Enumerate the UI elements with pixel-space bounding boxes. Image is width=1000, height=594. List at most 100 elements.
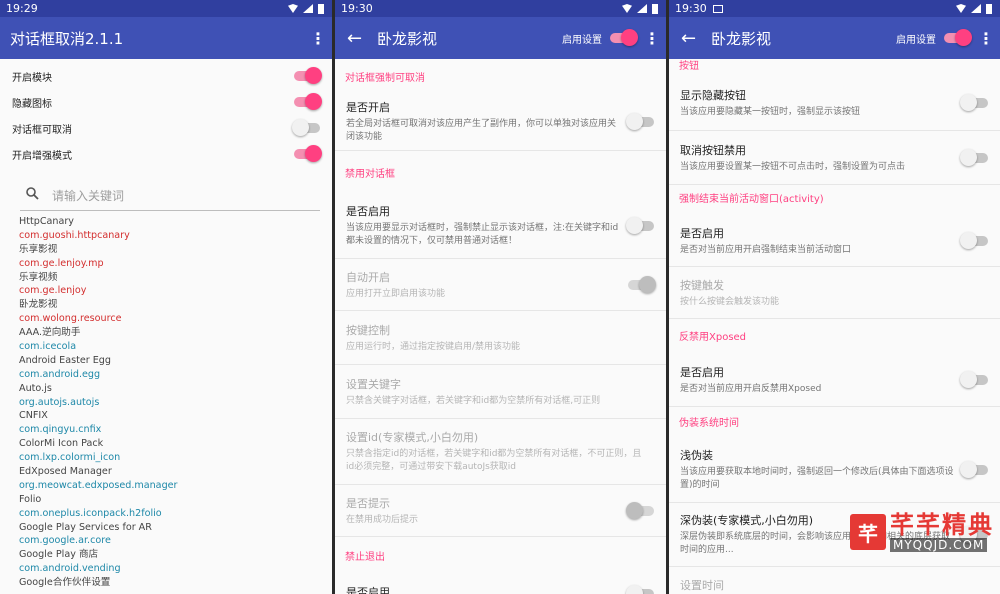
watermark: 芊 芊芊精典 MYQQJD.COM	[850, 512, 994, 552]
status-bar: 19:29	[0, 0, 332, 17]
preference-summary: 应用运行时，通过指定按键启用/禁用该功能	[346, 341, 521, 352]
preference-title: 按键触发	[680, 278, 724, 292]
package-name[interactable]: com.wolong.resource	[0, 312, 332, 326]
app-name[interactable]: Android Easter Egg	[0, 354, 332, 368]
preference-switch[interactable]	[960, 460, 988, 478]
preference-item[interactable]: 是否启用	[335, 573, 666, 594]
toggle-row[interactable]: 对话框可取消	[0, 115, 332, 141]
app-name[interactable]: Google Play Services for AR	[0, 521, 332, 535]
preference-switch[interactable]	[626, 584, 654, 594]
preference-switch[interactable]	[960, 370, 988, 388]
overflow-menu-icon[interactable]: ⋮	[644, 29, 660, 48]
preference-item[interactable]: 是否启用是否对当前应用开启反禁用Xposed	[669, 353, 1000, 407]
toggle-label: 开启增强模式	[12, 150, 72, 162]
package-name[interactable]: com.icecola	[0, 340, 332, 354]
preference-switch[interactable]	[626, 112, 654, 130]
app-name[interactable]: CNFIX	[0, 409, 332, 423]
toggle-switch[interactable]	[294, 145, 322, 162]
app-name[interactable]: AAA.逆向助手	[0, 326, 332, 340]
app-name[interactable]: 卧龙影视	[0, 298, 332, 312]
preference-summary: 是否对当前应用开启反禁用Xposed	[680, 383, 822, 394]
preference-item[interactable]: 是否启用 是否对当前应用开启强制结束当前活动窗口	[669, 215, 1000, 267]
section-header: 反禁用Xposed	[679, 332, 747, 343]
package-name[interactable]: org.autojs.autojs	[0, 396, 332, 410]
preference-title: 浅伪装	[680, 449, 713, 462]
preference-item[interactable]: 浅伪装 当该应用要获取本地时间时，强制返回一个修改后(具体由下面选项设置)的时间	[669, 437, 1000, 503]
enable-settings-label: 启用设置	[562, 34, 602, 46]
wifi-icon	[288, 4, 298, 13]
watermark-text: 芊芊精典	[890, 511, 994, 539]
preference-title: 显示隐藏按钮	[680, 88, 746, 102]
enable-settings-label: 启用设置	[896, 34, 936, 46]
enable-settings-switch[interactable]	[944, 29, 972, 46]
package-name[interactable]: com.ge.lenjoy.mp	[0, 257, 332, 271]
app-name[interactable]: ColorMi Icon Pack	[0, 437, 332, 451]
toggle-switch[interactable]	[294, 67, 322, 84]
package-name[interactable]: com.oneplus.iconpack.h2folio	[0, 507, 332, 521]
battery-icon	[986, 3, 992, 14]
preference-title: 设置关键字	[346, 377, 401, 391]
package-name[interactable]: com.android.egg	[0, 368, 332, 382]
preference-title: 是否启用	[680, 365, 724, 379]
image-notification-icon	[712, 4, 723, 13]
preference-item[interactable]: 取消按钮禁用 当该应用要设置某一按钮不可点击时，强制设置为可点击	[669, 131, 1000, 185]
enable-settings-switch[interactable]	[610, 29, 638, 46]
app-name[interactable]: Google Play 商店	[0, 548, 332, 562]
settings-list: 对话框强制可取消 是否开启 若全局对话框可取消对该应用产生了副作用，你可以单独对该应…	[335, 65, 666, 594]
wifi-icon	[622, 4, 632, 13]
screens-container: 19:29 对话框取消2.1.1 ⋮ 开启模块 隐藏图标 对话框可取消 开启增强模式 …	[0, 0, 1000, 594]
preference-switch[interactable]	[960, 231, 988, 249]
preference-summary: 当该应用要设置某一按钮不可点击时，强制设置为可点击	[680, 161, 906, 172]
package-name[interactable]: com.qingyu.cnfix	[0, 423, 332, 437]
app-name[interactable]: 乐享视频	[0, 271, 332, 285]
overflow-menu-icon[interactable]: ⋮	[978, 29, 994, 48]
back-arrow-icon[interactable]: ←	[681, 28, 711, 49]
preference-item[interactable]: 是否启用 当该应用要显示对话框时，强制禁止显示该对话框，注:在关键字和id都未设置…	[335, 193, 666, 259]
preference-title: 是否开启	[346, 101, 390, 114]
screen-app-settings-1: 19:30 ← 卧龙影视 启用设置 ⋮ 对话框强制可取消 是否开启 若全局对话框可取…	[335, 0, 666, 594]
preference-item[interactable]: 显示隐藏按钮 当该应用要隐藏某一按钮时，强制显示该按钮	[669, 75, 1000, 131]
app-name[interactable]: Folio	[0, 493, 332, 507]
preference-summary: 应用打开立即启用该功能	[346, 288, 446, 299]
screen-app-list: 19:29 对话框取消2.1.1 ⋮ 开启模块 隐藏图标 对话框可取消 开启增强模式 …	[0, 0, 332, 594]
app-name[interactable]: Auto.js	[0, 382, 332, 396]
status-time: 19:29	[6, 2, 38, 15]
status-bar: 19:30	[669, 0, 1000, 17]
toggle-row[interactable]: 开启增强模式	[0, 141, 332, 167]
preference-item[interactable]: 是否开启若全局对话框可取消对该应用产生了副作用，你可以单独对该应用关闭该功能	[335, 93, 666, 151]
preference-title: 是否启用	[346, 586, 390, 594]
search-input[interactable]	[52, 188, 320, 203]
preference-switch[interactable]	[626, 216, 654, 234]
toggle-label: 对话框可取消	[12, 124, 72, 136]
app-bar: 对话框取消2.1.1 ⋮	[0, 17, 332, 59]
preference-item: 按键触发 按什么按键会触发该功能	[669, 267, 1000, 319]
package-name[interactable]: com.guoshi.httpcanary	[0, 229, 332, 243]
app-name[interactable]: Google合作伙伴设置	[0, 576, 332, 590]
app-name[interactable]: 乐享影视	[0, 243, 332, 257]
preference-switch[interactable]	[960, 148, 988, 166]
package-name[interactable]: com.android.vending	[0, 562, 332, 576]
package-name[interactable]: com.google.ar.core	[0, 534, 332, 548]
package-name[interactable]: org.meowcat.edxposed.manager	[0, 479, 332, 493]
preference-switch	[628, 275, 656, 293]
preference-title: 是否启用	[680, 226, 724, 240]
app-name[interactable]: EdXposed Manager	[0, 465, 332, 479]
screen-app-settings-2: 19:30 ← 卧龙影视 启用设置 ⋮ 按钮 显示隐藏按钮 当该应用要隐藏某一按钮时…	[669, 0, 1000, 594]
app-name[interactable]: HttpCanary	[0, 215, 332, 229]
preference-title: 按键控制	[346, 323, 390, 337]
section-header: 伪装系统时间	[679, 418, 739, 429]
toggle-switch[interactable]	[294, 93, 322, 110]
back-arrow-icon[interactable]: ←	[347, 28, 377, 49]
toggle-row[interactable]: 开启模块	[0, 63, 332, 89]
toggle-row[interactable]: 隐藏图标	[0, 89, 332, 115]
app-bar: ← 卧龙影视 启用设置 ⋮	[335, 17, 666, 59]
package-name[interactable]: com.lxp.colormi_icon	[0, 451, 332, 465]
overflow-menu-icon[interactable]: ⋮	[310, 29, 326, 48]
package-name[interactable]: com.ge.lenjoy	[0, 284, 332, 298]
status-bar: 19:30	[335, 0, 666, 17]
section-header: 禁用对话框	[345, 169, 395, 180]
section-header: 强制结束当前活动窗口(activity)	[679, 194, 824, 205]
preference-switch[interactable]	[960, 93, 988, 111]
toggle-switch[interactable]	[292, 119, 320, 136]
preference-summary: 若全局对话框可取消对该应用产生了副作用，你可以单独对该应用关闭该功能	[346, 119, 617, 142]
